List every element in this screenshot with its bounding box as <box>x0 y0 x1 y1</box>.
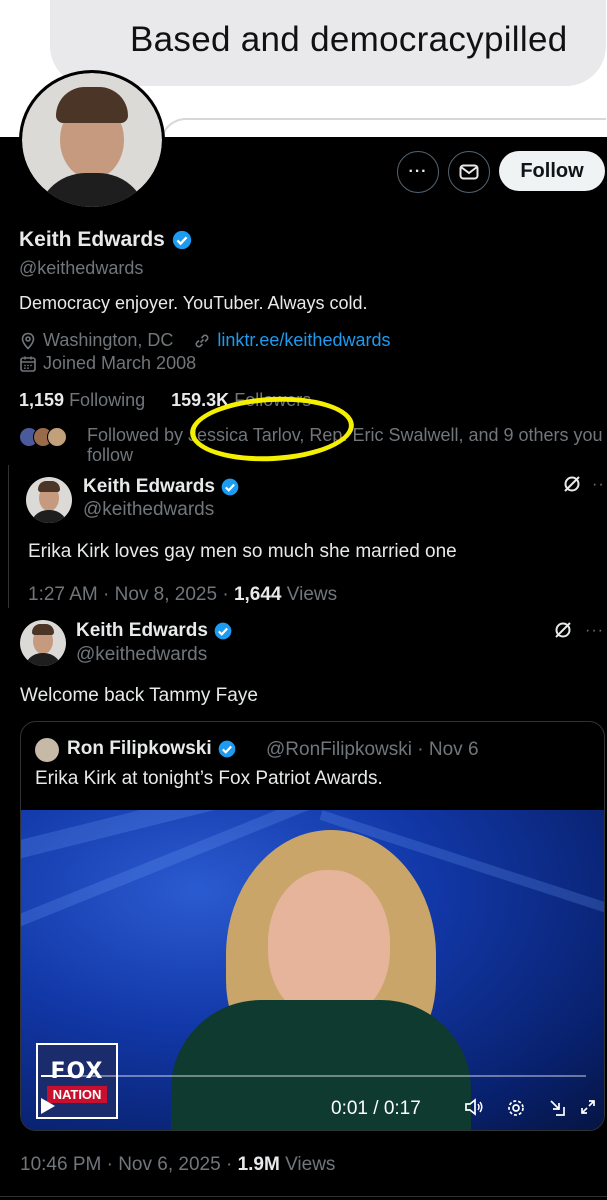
tweet-text: Welcome back Tammy Faye <box>20 685 258 706</box>
more-options-button[interactable]: ··· <box>397 151 439 193</box>
quote-text: Erika Kirk at tonight’s Fox Patriot Awar… <box>35 768 383 789</box>
divider <box>0 1196 607 1197</box>
video-subject-face <box>268 870 390 1020</box>
profile-joined: Joined March 2008 <box>43 353 197 373</box>
mini-avatar <box>47 427 67 447</box>
profile-handle: @keithedwards <box>19 258 144 278</box>
video-progress-fill <box>41 1075 74 1077</box>
profile-link[interactable]: linktr.ee/keithedwards <box>217 330 390 351</box>
grok-icon[interactable] <box>562 474 582 500</box>
video-subject-body <box>171 1000 471 1130</box>
verified-badge-icon <box>172 231 191 250</box>
more-icon[interactable]: ··· <box>585 622 604 640</box>
tweet-avatar[interactable] <box>20 620 66 666</box>
verified-badge-icon <box>221 478 239 496</box>
followed-by-avatars <box>19 427 73 449</box>
profile-name[interactable]: Keith Edwards <box>19 228 193 252</box>
quote-author-handle: @RonFilipkowski · Nov 6 <box>266 739 479 760</box>
follow-button[interactable]: Follow <box>499 151 605 191</box>
tweet-card[interactable]: Keith Edwards @keithedwards ··· Welcome … <box>0 608 607 1200</box>
quote-author-name[interactable]: Ron Filipkowski <box>67 738 237 760</box>
settings-gear-icon[interactable] <box>506 1098 526 1123</box>
quote-tweet-card[interactable]: Ron Filipkowski @RonFilipkowski · Nov 6 … <box>20 721 605 1131</box>
verified-badge-icon <box>214 622 232 640</box>
message-button[interactable] <box>448 151 490 193</box>
quote-avatar[interactable] <box>35 738 59 762</box>
verified-badge-icon <box>218 740 236 758</box>
profile-bio: Democracy enjoyer. YouTuber. Always cold… <box>19 293 368 313</box>
play-icon[interactable] <box>41 1098 55 1114</box>
picture-in-picture-icon[interactable] <box>547 1098 567 1123</box>
tweet-author-name[interactable]: Keith Edwards <box>83 476 240 498</box>
tweet-author-handle: @keithedwards <box>83 499 215 520</box>
tweet-card[interactable]: Keith Edwards @keithedwards ·· Erika Kir… <box>8 465 607 608</box>
envelope-icon <box>459 164 479 180</box>
tweet-meta: 10:46 PM · Nov 6, 2025 · 1.9M Views <box>20 1154 336 1175</box>
link-icon <box>195 334 209 347</box>
profile-joined-row: Joined March 2008 <box>19 353 196 374</box>
more-icon: ··· <box>408 163 428 180</box>
video-time: 0:01 / 0:17 <box>331 1098 421 1119</box>
profile-avatar[interactable] <box>19 70 165 210</box>
profile-meta-row: Washington, DC linktr.ee/keithedwards <box>19 330 390 351</box>
more-icon[interactable]: ·· <box>592 476 605 494</box>
grok-icon[interactable] <box>553 620 573 646</box>
tweet-author-name[interactable]: Keith Edwards <box>76 620 233 642</box>
location-pin-icon <box>21 332 35 350</box>
following-link[interactable]: 1,159 Following <box>19 390 150 410</box>
fullscreen-icon[interactable] <box>579 1098 597 1121</box>
volume-icon[interactable] <box>464 1098 484 1121</box>
video-progress-bar[interactable] <box>41 1075 586 1077</box>
tweet-avatar[interactable] <box>26 477 72 523</box>
message-text: Based and democracypilled <box>130 20 568 59</box>
video-player[interactable]: FOX NATION 0:01 / 0:17 <box>21 810 604 1130</box>
calendar-icon <box>20 356 36 372</box>
message-bubble: Based and democracypilled <box>50 0 606 86</box>
tweet-meta: 1:27 AM · Nov 8, 2025 · 1,644 Views <box>28 584 338 605</box>
tweet-text: Erika Kirk loves gay men so much she mar… <box>28 541 457 562</box>
profile-location: Washington, DC <box>43 330 174 350</box>
tweet-author-handle: @keithedwards <box>76 644 208 665</box>
